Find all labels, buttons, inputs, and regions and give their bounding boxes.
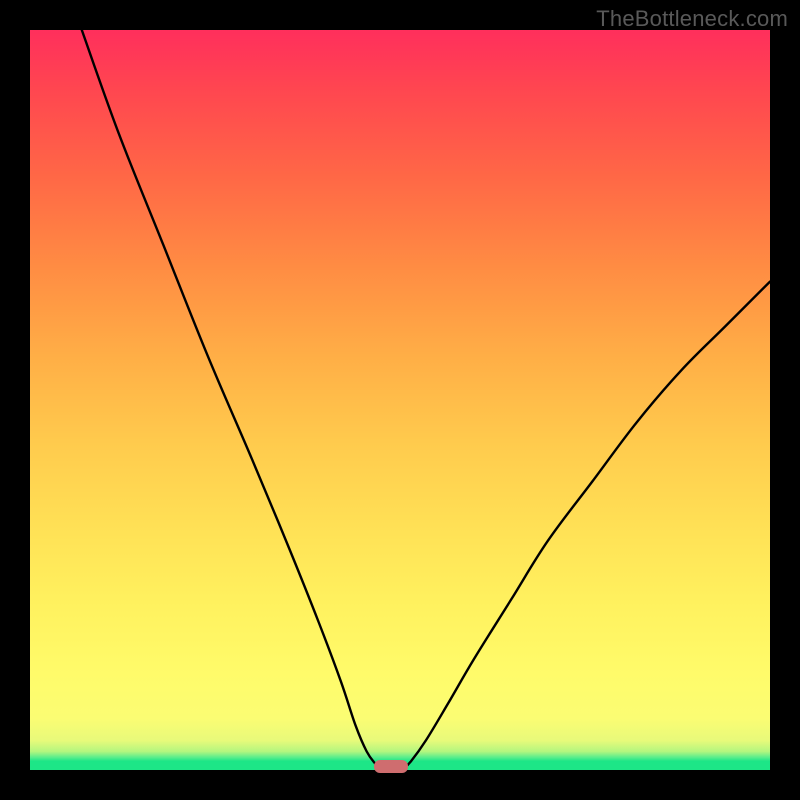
floor-marker (374, 760, 408, 773)
plot-area (30, 30, 770, 770)
chart-frame: TheBottleneck.com (0, 0, 800, 800)
bottleneck-curve (30, 30, 770, 770)
curve-right-branch (402, 282, 770, 770)
watermark-text: TheBottleneck.com (596, 6, 788, 32)
curve-left-branch (82, 30, 382, 770)
